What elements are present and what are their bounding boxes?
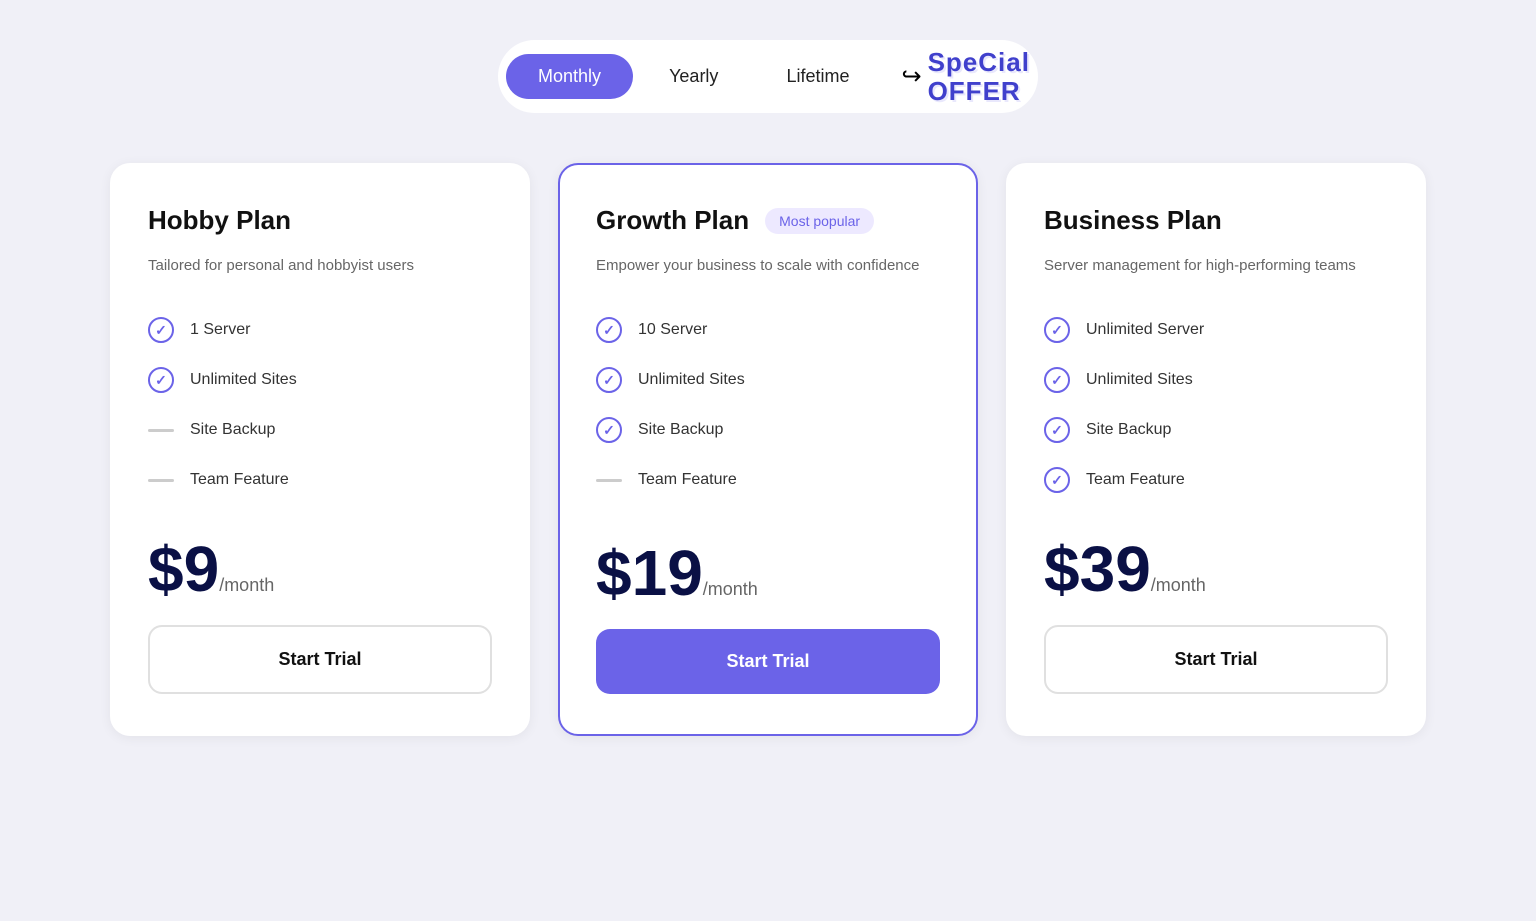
- price-section-growth: $19/month: [596, 541, 940, 605]
- price-amount-business: $39: [1044, 533, 1151, 605]
- price-section-hobby: $9/month: [148, 537, 492, 601]
- check-icon: [148, 317, 174, 343]
- feature-label: Unlimited Sites: [1086, 371, 1193, 389]
- feature-item: Team Feature: [1044, 455, 1388, 505]
- feature-item: Team Feature: [148, 455, 492, 505]
- check-icon: [596, 417, 622, 443]
- feature-item: Site Backup: [148, 405, 492, 455]
- price-period-hobby: /month: [219, 575, 274, 595]
- feature-label: Site Backup: [638, 421, 723, 439]
- features-list-business: Unlimited Server Unlimited Sites Site Ba…: [1044, 305, 1388, 505]
- features-list-hobby: 1 Server Unlimited Sites Site Backup: [148, 305, 492, 505]
- feature-label: Site Backup: [190, 421, 275, 439]
- feature-label: 1 Server: [190, 321, 250, 339]
- billing-toggle: Monthly Yearly Lifetime ↪ SpeCial OFFER: [498, 40, 1038, 113]
- special-offer: ↪ SpeCial OFFER: [901, 48, 1029, 105]
- arrow-icon: ↪: [901, 62, 921, 91]
- check-icon: [596, 317, 622, 343]
- tab-monthly[interactable]: Monthly: [506, 54, 633, 99]
- tab-lifetime[interactable]: Lifetime: [754, 54, 881, 99]
- plan-card-business: Business Plan Server management for high…: [1006, 163, 1426, 736]
- check-icon: [1044, 417, 1070, 443]
- feature-label: 10 Server: [638, 321, 707, 339]
- price-period-business: /month: [1151, 575, 1206, 595]
- feature-label: Team Feature: [1086, 471, 1185, 489]
- check-icon: [596, 367, 622, 393]
- special-offer-text: SpeCial OFFER: [928, 48, 1030, 105]
- plan-name-business: Business Plan: [1044, 205, 1222, 236]
- dash-icon: [596, 467, 622, 493]
- feature-item: Unlimited Sites: [596, 355, 940, 405]
- feature-item: 10 Server: [596, 305, 940, 355]
- feature-item: Unlimited Sites: [148, 355, 492, 405]
- plan-description-business: Server management for high-performing te…: [1044, 254, 1388, 277]
- feature-label: Site Backup: [1086, 421, 1171, 439]
- plan-name-hobby: Hobby Plan: [148, 205, 291, 236]
- plan-description-growth: Empower your business to scale with conf…: [596, 254, 940, 277]
- start-trial-button-growth[interactable]: Start Trial: [596, 629, 940, 694]
- feature-item: Team Feature: [596, 455, 940, 505]
- feature-item: Unlimited Sites: [1044, 355, 1388, 405]
- check-icon: [1044, 467, 1070, 493]
- feature-label: Unlimited Sites: [190, 371, 297, 389]
- feature-item: 1 Server: [148, 305, 492, 355]
- feature-label: Team Feature: [638, 471, 737, 489]
- price-period-growth: /month: [703, 579, 758, 599]
- tab-yearly[interactable]: Yearly: [637, 54, 750, 99]
- plan-card-growth: Growth Plan Most popular Empower your bu…: [558, 163, 978, 736]
- feature-item: Unlimited Server: [1044, 305, 1388, 355]
- feature-label: Unlimited Sites: [638, 371, 745, 389]
- price-amount-growth: $19: [596, 537, 703, 609]
- features-list-growth: 10 Server Unlimited Sites Site Backup: [596, 305, 940, 509]
- plan-header-hobby: Hobby Plan: [148, 205, 492, 236]
- feature-item: Site Backup: [596, 405, 940, 455]
- feature-item: Site Backup: [1044, 405, 1388, 455]
- check-icon: [1044, 367, 1070, 393]
- plan-card-hobby: Hobby Plan Tailored for personal and hob…: [110, 163, 530, 736]
- feature-label: Unlimited Server: [1086, 321, 1204, 339]
- dash-icon: [148, 417, 174, 443]
- start-trial-button-business[interactable]: Start Trial: [1044, 625, 1388, 694]
- plan-description-hobby: Tailored for personal and hobbyist users: [148, 254, 492, 277]
- plan-name-growth: Growth Plan: [596, 205, 749, 236]
- dash-icon: [148, 467, 174, 493]
- plans-container: Hobby Plan Tailored for personal and hob…: [68, 163, 1468, 736]
- price-section-business: $39/month: [1044, 537, 1388, 601]
- price-amount-hobby: $9: [148, 533, 219, 605]
- plan-header-growth: Growth Plan Most popular: [596, 205, 940, 236]
- check-icon: [148, 367, 174, 393]
- start-trial-button-hobby[interactable]: Start Trial: [148, 625, 492, 694]
- plan-header-business: Business Plan: [1044, 205, 1388, 236]
- feature-label: Team Feature: [190, 471, 289, 489]
- check-icon: [1044, 317, 1070, 343]
- most-popular-badge: Most popular: [765, 208, 874, 234]
